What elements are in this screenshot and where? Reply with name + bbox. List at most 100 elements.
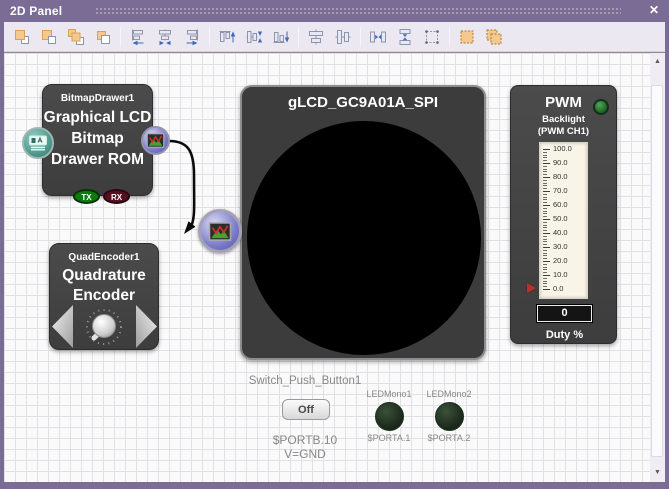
slider-tick xyxy=(543,191,550,192)
tx-badge: TX xyxy=(73,189,100,204)
slider-tick xyxy=(543,149,550,150)
pwm-duty-value[interactable]: 0 xyxy=(537,305,592,322)
slider-tick xyxy=(543,269,547,270)
scrollbar-thumb[interactable] xyxy=(651,85,663,457)
align-bottom-icon[interactable] xyxy=(269,25,293,49)
slider-tick-label: 70.0 xyxy=(553,187,568,195)
component-pwm-backlight[interactable]: PWM Backlight (PWM CH1) 100.090.080.070.… xyxy=(510,85,617,344)
toolbar-group xyxy=(126,25,204,49)
pwm-slider-thumb[interactable] xyxy=(527,283,536,293)
scroll-up-icon[interactable]: ▲ xyxy=(650,55,665,69)
snap-to-grid-icon[interactable] xyxy=(420,25,444,49)
slider-tick-label: 60.0 xyxy=(553,201,568,209)
slider-tick xyxy=(543,272,547,273)
slider-tick xyxy=(543,275,550,276)
encoder-right-arrow-icon[interactable] xyxy=(136,305,157,348)
close-icon[interactable]: ✕ xyxy=(649,3,659,17)
toolbar-group xyxy=(366,25,444,49)
toolbar-separator xyxy=(209,27,210,47)
slider-tick xyxy=(543,278,547,279)
bring-forward-icon[interactable] xyxy=(64,25,88,49)
led-indicator[interactable] xyxy=(375,402,404,431)
bring-to-front-icon[interactable] xyxy=(10,25,34,49)
center-vertically-icon[interactable] xyxy=(331,25,355,49)
push-button[interactable]: Off xyxy=(282,399,330,420)
wire-arrowhead xyxy=(184,221,196,234)
switch-voltage-label: V=GND xyxy=(155,447,455,461)
space-across-icon[interactable] xyxy=(366,25,390,49)
component-instance-name: QuadEncoder1 xyxy=(50,252,158,263)
slider-tick xyxy=(543,163,550,164)
align-middle-icon[interactable] xyxy=(242,25,266,49)
bitmap-output-connector[interactable] xyxy=(141,126,170,155)
slider-tick xyxy=(543,281,547,282)
component-quad-encoder[interactable]: QuadEncoder1 Quadrature Encoder xyxy=(49,243,159,350)
slider-tick-label: 50.0 xyxy=(553,215,568,223)
align-top-icon[interactable] xyxy=(215,25,239,49)
slider-tick xyxy=(543,213,547,214)
slider-tick xyxy=(543,174,547,175)
slider-tick xyxy=(543,261,550,262)
slider-tick-label: 100.0 xyxy=(553,145,572,153)
slider-tick xyxy=(543,244,547,245)
toolbar xyxy=(4,22,665,52)
slider-tick xyxy=(543,250,547,251)
align-left-icon[interactable] xyxy=(126,25,150,49)
select-all-icon[interactable] xyxy=(482,25,506,49)
slider-tick-label: 40.0 xyxy=(553,229,568,237)
align-right-icon[interactable] xyxy=(180,25,204,49)
slider-tick xyxy=(543,205,550,206)
align-center-icon[interactable] xyxy=(153,25,177,49)
slider-tick-label: 90.0 xyxy=(553,159,568,167)
encoder-knob[interactable] xyxy=(81,304,127,355)
titlebar-grip-dots xyxy=(95,7,621,16)
slider-tick-label: 0.0 xyxy=(553,285,563,293)
slider-tick xyxy=(543,258,547,259)
2d-panel-window: 2D Panel ✕ BitmapDrawer1 Graphical LCD B… xyxy=(0,0,669,489)
slider-tick xyxy=(543,183,547,184)
space-down-icon[interactable] xyxy=(393,25,417,49)
titlebar[interactable]: 2D Panel ✕ xyxy=(0,0,669,22)
slider-tick xyxy=(543,199,547,200)
slider-tick xyxy=(543,202,547,203)
pwm-channel: (PWM CH1) xyxy=(511,126,616,137)
slider-tick xyxy=(543,211,547,212)
encoder-left-arrow-icon[interactable] xyxy=(52,305,73,348)
slider-tick-label: 30.0 xyxy=(553,243,568,251)
led-indicator[interactable] xyxy=(435,402,464,431)
slider-tick xyxy=(543,219,550,220)
pwm-subtitle: Backlight xyxy=(511,114,616,125)
slider-tick xyxy=(543,230,547,231)
send-backward-icon[interactable] xyxy=(91,25,115,49)
slider-tick xyxy=(543,236,547,237)
component-bitmap-drawer[interactable]: BitmapDrawer1 Graphical LCD Bitmap Drawe… xyxy=(42,84,153,196)
slider-tick xyxy=(543,227,547,228)
image-icon xyxy=(208,222,232,241)
glcd-input-connector[interactable] xyxy=(198,209,242,253)
font-drawer-connector[interactable] xyxy=(22,127,54,159)
center-horizontally-icon[interactable] xyxy=(304,25,328,49)
component-led-mono-1: LEDMono1 $PORTA.1 xyxy=(355,389,423,443)
component-glcd[interactable]: gLCD_GC9A01A_SPI xyxy=(240,85,486,360)
slider-tick xyxy=(543,222,547,223)
vertical-scrollbar[interactable]: ▲ ▼ xyxy=(650,52,665,482)
toolbar-separator xyxy=(449,27,450,47)
slider-tick xyxy=(543,241,547,242)
glcd-title: gLCD_GC9A01A_SPI xyxy=(242,94,484,111)
switch-instance-label: Switch_Push_Button1 xyxy=(155,375,455,387)
toolbar-separator xyxy=(298,27,299,47)
led-port-label: $PORTA.1 xyxy=(355,433,423,443)
rx-badge: RX xyxy=(103,189,130,204)
bitmap-drawer-label-line2: Bitmap xyxy=(43,128,152,149)
slider-tick xyxy=(543,289,550,290)
pwm-slider-scale[interactable]: 100.090.080.070.060.050.040.030.020.010.… xyxy=(539,142,588,299)
panel-canvas[interactable]: BitmapDrawer1 Graphical LCD Bitmap Drawe… xyxy=(4,52,650,482)
send-to-back-icon[interactable] xyxy=(37,25,61,49)
quad-encoder-label-line2: Encoder xyxy=(50,286,158,306)
toolbar-group xyxy=(215,25,293,49)
select-region-icon[interactable] xyxy=(455,25,479,49)
scroll-down-icon[interactable]: ▼ xyxy=(650,466,665,480)
slider-tick xyxy=(543,247,550,248)
bitmap-drawer-label-line1: Graphical LCD xyxy=(43,107,152,128)
slider-tick xyxy=(543,264,547,265)
